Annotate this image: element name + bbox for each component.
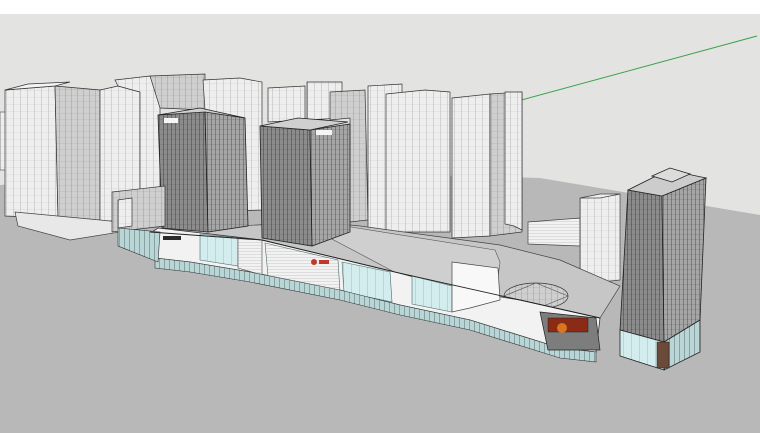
model-viewport[interactable]: [0, 0, 760, 433]
podium-sign-center: [319, 260, 329, 264]
annex-block: [111, 185, 166, 233]
model-canvas[interactable]: [0, 0, 760, 433]
corner-signage: [547, 317, 589, 333]
podium-sign-logo: [311, 259, 317, 265]
office-tower-center: [259, 117, 351, 247]
office-tower-right: [619, 167, 708, 371]
office-tower-left: [157, 107, 249, 233]
top-edge: [0, 0, 760, 14]
corner-sign-emblem: [557, 323, 567, 333]
tower-entrance: [656, 341, 670, 369]
podium-sign-left: [163, 236, 181, 240]
